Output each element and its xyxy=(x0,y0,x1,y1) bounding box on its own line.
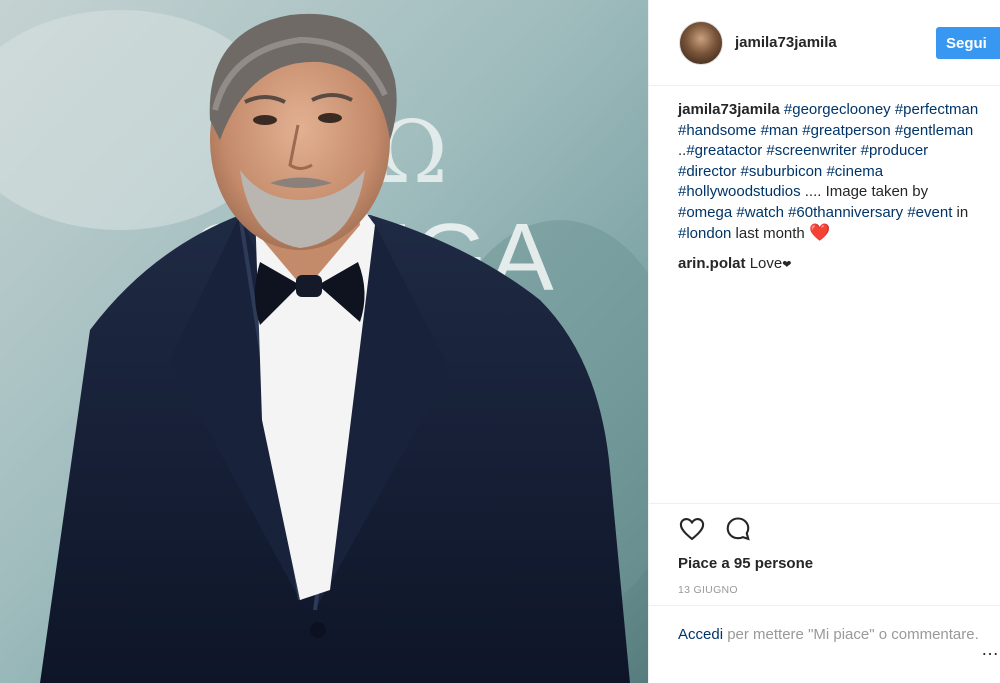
login-prompt: Accedi per mettere "Mi piace" o commenta… xyxy=(649,605,1000,659)
hashtag-link[interactable]: #perfectman xyxy=(895,101,978,118)
hashtag-link[interactable]: #handsome xyxy=(678,122,756,139)
post-header: jamila73jamila Segui xyxy=(649,0,1000,86)
speech-bubble-icon[interactable] xyxy=(724,515,752,543)
hashtag-link[interactable]: #omega xyxy=(678,204,732,221)
actions-bar xyxy=(678,504,1000,554)
hashtag-link[interactable]: #cinema xyxy=(826,163,883,180)
login-prompt-text: per mettere "Mi piace" o commentare. xyxy=(723,626,979,643)
post-sidebar: jamila73jamila Segui jamila73jamila #geo… xyxy=(648,0,1000,683)
more-options-icon[interactable]: … xyxy=(981,638,1000,660)
red-heart-emoji: ❤️ xyxy=(808,223,831,242)
post-caption: jamila73jamila #georgeclooney #perfectma… xyxy=(678,100,980,245)
login-link[interactable]: Accedi xyxy=(678,626,723,643)
hashtag-link[interactable]: #watch xyxy=(736,204,784,221)
hashtag-link[interactable]: #screenwriter xyxy=(766,142,856,159)
likes-count[interactable]: Piace a 95 persone xyxy=(678,555,1000,572)
comment-heart-emoji: ❤ xyxy=(782,258,792,271)
post-photo[interactable]: Ω OMEGA xyxy=(0,0,648,683)
hashtag-link[interactable]: #greatperson xyxy=(802,122,890,139)
caption-plain-text: .... Image taken by xyxy=(800,183,929,200)
caption-plain-text: last month xyxy=(731,225,809,242)
comments-list: jamila73jamila #georgeclooney #perfectma… xyxy=(649,86,1000,275)
post-date[interactable]: 13 GIUGNO xyxy=(678,584,1000,596)
portrait-illustration: Ω OMEGA xyxy=(0,0,648,683)
hashtag-link[interactable]: #gentleman xyxy=(895,122,973,139)
hashtag-link[interactable]: #georgeclooney xyxy=(784,101,891,118)
hashtag-link[interactable]: #london xyxy=(678,225,731,242)
follow-button[interactable]: Segui xyxy=(936,27,1000,59)
caption-plain-text: in xyxy=(952,203,969,221)
comment-item: arin.polat Love❤ xyxy=(678,254,980,276)
hashtag-link[interactable]: #producer xyxy=(861,142,929,159)
comment-text: Love xyxy=(749,254,783,272)
post-actions-section: Piace a 95 persone 13 GIUGNO xyxy=(649,503,1000,596)
hashtag-link[interactable]: #event xyxy=(907,204,952,221)
caption-text: #georgeclooney #perfectman #handsome #ma… xyxy=(678,101,978,242)
hashtag-link[interactable]: #greatactor xyxy=(686,142,762,159)
caption-author[interactable]: jamila73jamila xyxy=(678,101,780,118)
heart-outline-icon[interactable] xyxy=(678,515,706,543)
hashtag-link[interactable]: #hollywoodstudios xyxy=(678,183,801,200)
hashtag-link[interactable]: #man xyxy=(761,122,799,139)
hashtag-link[interactable]: #60thanniversary xyxy=(788,204,903,221)
hashtag-link[interactable]: #suburbicon xyxy=(741,163,823,180)
avatar[interactable] xyxy=(679,20,723,65)
author-username[interactable]: jamila73jamila xyxy=(735,34,837,51)
hashtag-link[interactable]: #director xyxy=(678,163,736,180)
comment-author[interactable]: arin.polat xyxy=(678,255,746,272)
